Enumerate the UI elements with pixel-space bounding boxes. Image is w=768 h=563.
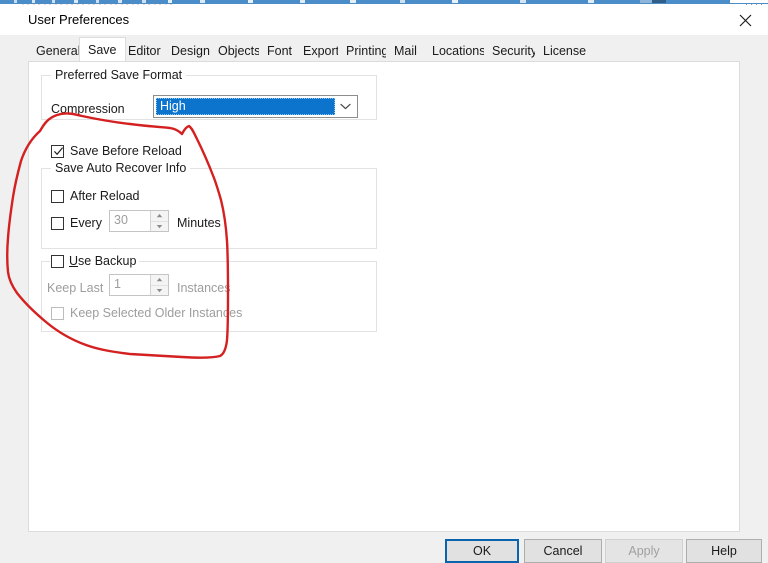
tab-license[interactable]: License [535, 41, 595, 61]
help-button[interactable]: Help [686, 539, 762, 563]
close-button[interactable] [722, 5, 768, 35]
tab-font[interactable]: Font [259, 41, 301, 61]
auto-recover-minutes-spinner[interactable]: 30 [109, 210, 169, 232]
tab-save[interactable]: Save [79, 37, 126, 61]
tab-editor[interactable]: Editor [120, 41, 169, 61]
spinner-up-button[interactable] [151, 275, 168, 285]
minutes-label: Minutes [177, 216, 221, 230]
use-backup-label-rest: se Backup [78, 254, 137, 268]
preferences-tabstrip: General Save Editor Design Objects Font … [28, 37, 740, 61]
checkbox-box [51, 216, 64, 230]
checkbox-box [51, 255, 64, 268]
keep-last-instances-value: 1 [114, 277, 121, 291]
apply-button: Apply [605, 539, 683, 563]
keep-selected-older-instances-label: Keep Selected Older Instances [70, 306, 243, 320]
user-preferences-dialog: User Preferences General Save Editor Des… [0, 5, 768, 563]
after-reload-label: After Reload [70, 189, 140, 203]
keep-last-label: Keep Last [47, 281, 104, 295]
triangle-down-icon [156, 288, 163, 293]
group-save-auto-recover-info-legend: Save Auto Recover Info [51, 161, 191, 176]
dialog-title: User Preferences [28, 12, 130, 27]
auto-recover-minutes-value: 30 [114, 213, 128, 227]
every-checkbox[interactable]: Every [51, 216, 102, 230]
use-backup-label: Use Backup [69, 254, 136, 269]
checkmark-icon [53, 146, 64, 155]
keep-selected-older-instances-checkbox[interactable]: Keep Selected Older Instances [51, 306, 242, 320]
group-save-auto-recover-info: Save Auto Recover Info [41, 161, 377, 249]
spinner-up-button[interactable] [151, 211, 168, 221]
checkbox-box [51, 306, 64, 320]
after-reload-checkbox[interactable]: After Reload [51, 189, 139, 203]
checkbox-box [51, 144, 64, 158]
save-tab-page: Preferred Save Format Compression High S… [28, 61, 740, 532]
every-label: Every [70, 216, 102, 230]
spinner-buttons [150, 211, 168, 231]
compression-selected-value: High [156, 98, 335, 115]
triangle-up-icon [156, 214, 163, 218]
spinner-down-button[interactable] [151, 284, 168, 296]
compression-label: Compression [51, 102, 125, 116]
save-before-reload-checkbox[interactable]: Save Before Reload [51, 144, 182, 158]
spinner-buttons [150, 275, 168, 295]
use-backup-accel-letter: U [69, 254, 79, 268]
chevron-down-icon [339, 103, 351, 110]
instances-label: Instances [177, 281, 231, 295]
tab-mail[interactable]: Mail [386, 41, 425, 61]
group-use-backup: Use Backup [41, 254, 377, 332]
triangle-up-icon [156, 278, 163, 282]
cancel-button[interactable]: Cancel [524, 539, 602, 563]
checkbox-box [51, 189, 64, 203]
compression-dropdown-button[interactable] [335, 98, 355, 115]
use-backup-checkbox[interactable]: Use Backup [50, 254, 140, 269]
spinner-down-button[interactable] [151, 220, 168, 232]
keep-last-instances-spinner[interactable]: 1 [109, 274, 169, 296]
close-icon [739, 14, 751, 26]
triangle-down-icon [156, 224, 163, 229]
ok-button[interactable]: OK [445, 539, 519, 563]
save-before-reload-label: Save Before Reload [70, 144, 182, 158]
compression-combobox[interactable]: High [153, 95, 358, 118]
dialog-titlebar: User Preferences [0, 5, 768, 35]
group-preferred-save-format-legend: Preferred Save Format [51, 68, 187, 83]
